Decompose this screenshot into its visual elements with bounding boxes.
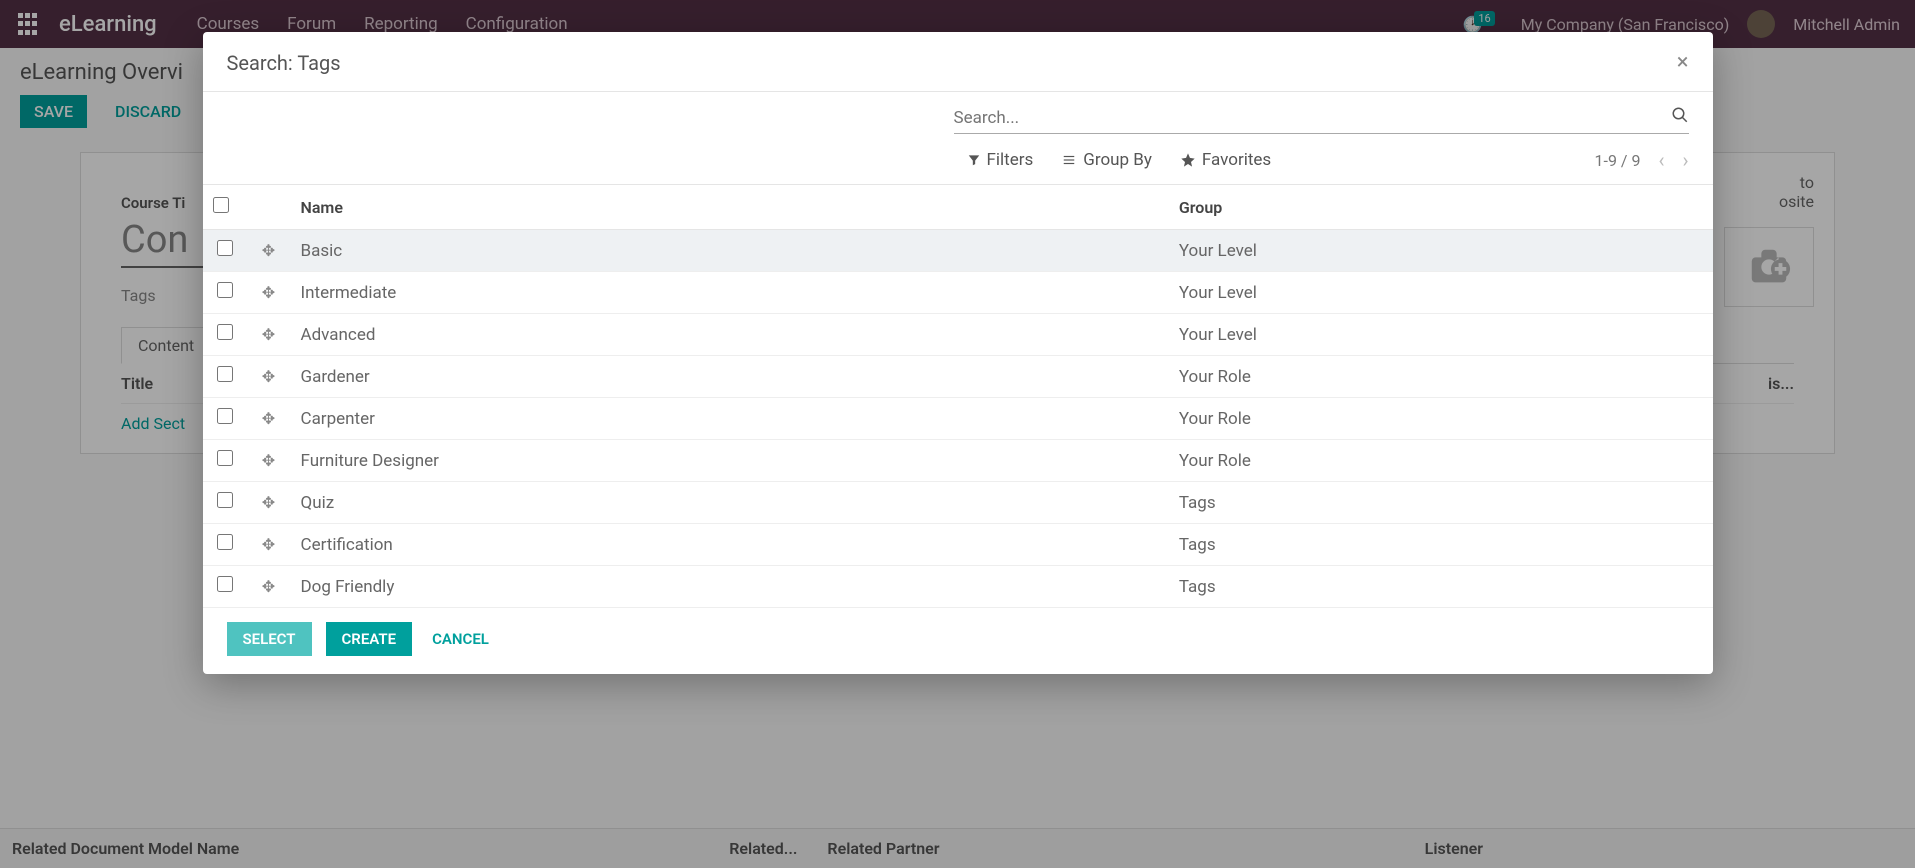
tags-table: Name Group ✥ BasicYour Level ✥ Intermediate… xyxy=(203,185,1713,608)
cell-group: Your Role xyxy=(1169,440,1713,482)
cell-name: Certification xyxy=(291,524,1169,566)
search-input[interactable] xyxy=(954,108,1671,128)
row-checkbox[interactable] xyxy=(217,576,233,592)
cell-name: Basic xyxy=(291,230,1169,272)
pager-text[interactable]: 1-9 / 9 xyxy=(1595,151,1641,170)
groupby-menu[interactable]: Group By xyxy=(1061,150,1152,170)
drag-handle-icon[interactable]: ✥ xyxy=(262,241,275,260)
row-checkbox[interactable] xyxy=(217,408,233,424)
cell-name: Quiz xyxy=(291,482,1169,524)
row-checkbox[interactable] xyxy=(217,324,233,340)
filter-icon xyxy=(967,153,981,167)
table-row[interactable]: ✥ IntermediateYour Level xyxy=(203,272,1713,314)
row-checkbox[interactable] xyxy=(217,492,233,508)
cell-name: Gardener xyxy=(291,356,1169,398)
pager-next-icon[interactable]: › xyxy=(1682,148,1688,172)
cell-group: Your Role xyxy=(1169,398,1713,440)
table-row[interactable]: ✥ BasicYour Level xyxy=(203,230,1713,272)
cell-group: Your Level xyxy=(1169,272,1713,314)
cell-name: Carpenter xyxy=(291,398,1169,440)
table-row[interactable]: ✥ GardenerYour Role xyxy=(203,356,1713,398)
drag-handle-icon[interactable]: ✥ xyxy=(262,493,275,512)
cell-name: Dog Friendly xyxy=(291,566,1169,608)
close-icon[interactable]: × xyxy=(1677,50,1689,75)
filters-menu[interactable]: Filters xyxy=(967,150,1034,170)
cell-group: Your Level xyxy=(1169,230,1713,272)
drag-handle-icon[interactable]: ✥ xyxy=(262,367,275,386)
cell-group: Tags xyxy=(1169,482,1713,524)
drag-handle-icon[interactable]: ✥ xyxy=(262,325,275,344)
search-box[interactable] xyxy=(954,102,1689,134)
drag-handle-icon[interactable]: ✥ xyxy=(262,283,275,302)
create-button[interactable]: CREATE xyxy=(326,622,413,656)
cell-group: Tags xyxy=(1169,524,1713,566)
table-row[interactable]: ✥ Dog FriendlyTags xyxy=(203,566,1713,608)
drag-handle-icon[interactable]: ✥ xyxy=(262,535,275,554)
search-tags-dialog: Search: Tags × Filters Group By xyxy=(203,32,1713,674)
favorites-menu[interactable]: Favorites xyxy=(1180,150,1271,170)
table-row[interactable]: ✥ CertificationTags xyxy=(203,524,1713,566)
row-checkbox[interactable] xyxy=(217,240,233,256)
cell-name: Furniture Designer xyxy=(291,440,1169,482)
list-icon xyxy=(1061,153,1077,167)
table-row[interactable]: ✥ QuizTags xyxy=(203,482,1713,524)
row-checkbox[interactable] xyxy=(217,282,233,298)
cell-group: Tags xyxy=(1169,566,1713,608)
search-icon[interactable] xyxy=(1671,106,1689,129)
cell-name: Advanced xyxy=(291,314,1169,356)
select-button[interactable]: SELECT xyxy=(227,622,312,656)
row-checkbox[interactable] xyxy=(217,450,233,466)
drag-handle-icon[interactable]: ✥ xyxy=(262,451,275,470)
pager-prev-icon[interactable]: ‹ xyxy=(1658,148,1664,172)
row-checkbox[interactable] xyxy=(217,366,233,382)
table-row[interactable]: ✥ CarpenterYour Role xyxy=(203,398,1713,440)
modal-title: Search: Tags xyxy=(227,51,341,75)
table-row[interactable]: ✥ Furniture DesignerYour Role xyxy=(203,440,1713,482)
table-row[interactable]: ✥ AdvancedYour Level xyxy=(203,314,1713,356)
cell-group: Your Level xyxy=(1169,314,1713,356)
drag-handle-icon[interactable]: ✥ xyxy=(262,577,275,596)
cell-group: Your Role xyxy=(1169,356,1713,398)
row-checkbox[interactable] xyxy=(217,534,233,550)
col-name[interactable]: Name xyxy=(291,185,1169,230)
cell-name: Intermediate xyxy=(291,272,1169,314)
cancel-button[interactable]: CANCEL xyxy=(426,622,495,656)
col-group[interactable]: Group xyxy=(1169,185,1713,230)
drag-handle-icon[interactable]: ✥ xyxy=(262,409,275,428)
select-all-checkbox[interactable] xyxy=(213,197,229,213)
star-icon xyxy=(1180,152,1196,168)
